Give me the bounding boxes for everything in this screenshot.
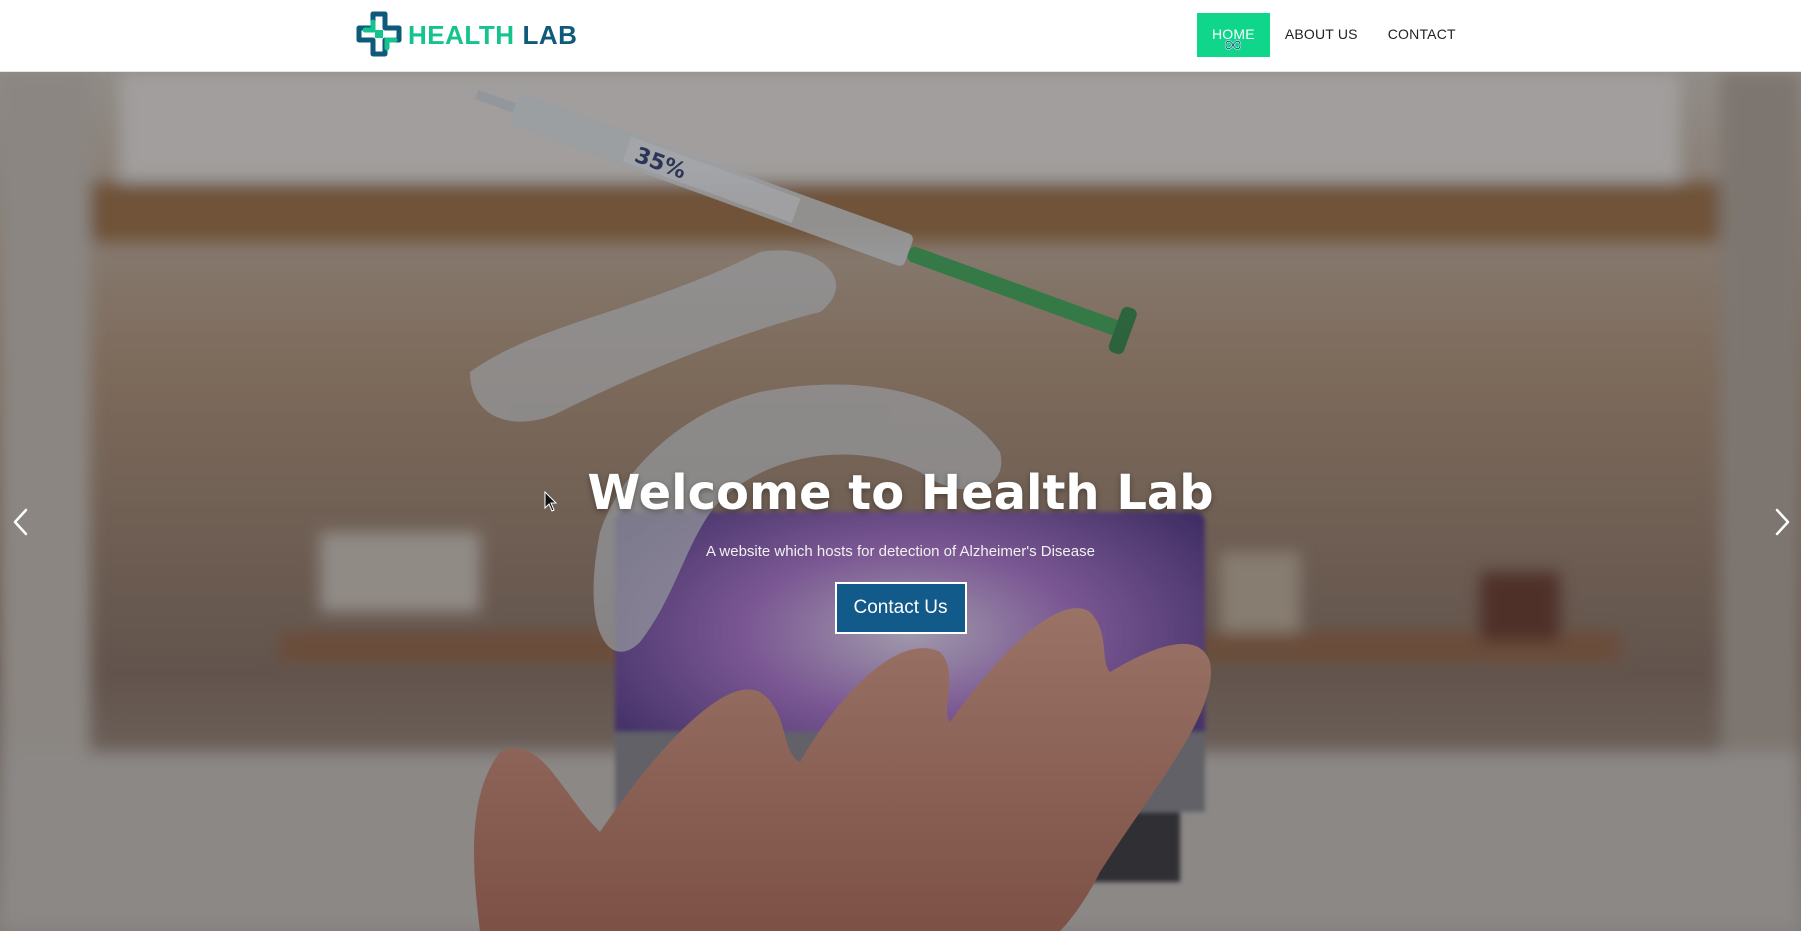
medical-cross-icon xyxy=(355,10,405,60)
hero-content: Welcome to Health Lab A website which ho… xyxy=(0,465,1801,634)
navbar: HEALTH LAB HOME ABOUT US CONTACT xyxy=(0,0,1801,72)
brand-name-part2: LAB xyxy=(522,19,578,50)
logo[interactable]: HEALTH LAB xyxy=(355,10,577,60)
nav-item-home[interactable]: HOME xyxy=(1197,13,1270,57)
chevron-left-icon xyxy=(6,508,36,546)
mouse-cursor-icon xyxy=(544,490,558,518)
hero-subtitle: A website which hosts for detection of A… xyxy=(706,543,1095,560)
chevron-right-icon xyxy=(1767,508,1797,546)
nav-item-label: CONTACT xyxy=(1387,26,1456,42)
brand-name: HEALTH LAB xyxy=(408,20,577,51)
hero-carousel: 35% Welcome to Health Lab A website whic… xyxy=(0,72,1801,931)
infinity-icon xyxy=(1224,25,1242,67)
nav-item-contact[interactable]: CONTACT xyxy=(1373,13,1471,57)
nav-menu: HOME ABOUT US CONTACT xyxy=(1197,13,1471,57)
nav-item-about-us[interactable]: ABOUT US xyxy=(1270,13,1373,57)
brand-name-part1: HEALTH xyxy=(408,19,515,50)
carousel-next-button[interactable] xyxy=(1767,502,1797,542)
contact-us-button[interactable]: Contact Us xyxy=(834,582,967,634)
hero-title: Welcome to Health Lab xyxy=(587,465,1214,521)
carousel-prev-button[interactable] xyxy=(6,502,36,542)
nav-item-label: ABOUT US xyxy=(1284,26,1358,42)
